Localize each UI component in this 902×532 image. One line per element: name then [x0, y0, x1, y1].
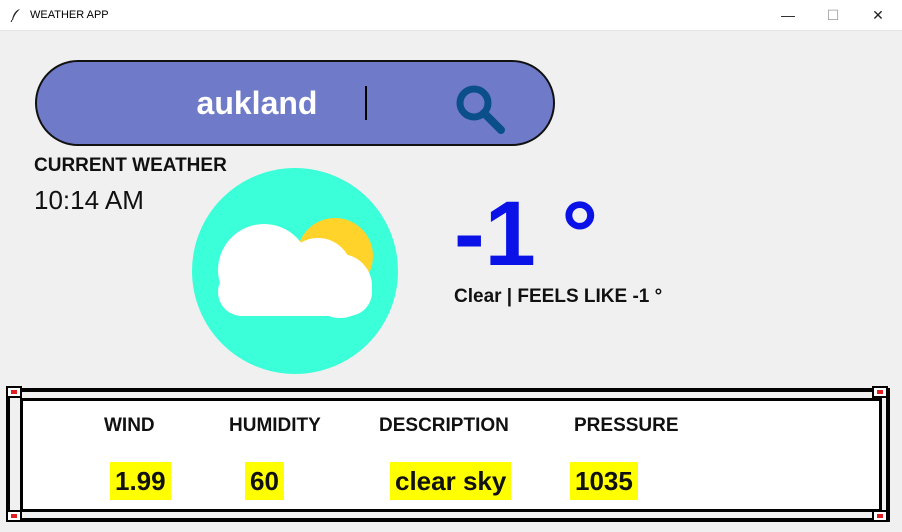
description-label: DESCRIPTION — [379, 415, 509, 436]
partly-cloudy-icon — [218, 218, 373, 318]
weather-summary: Clear | FEELS LIKE -1 ° — [454, 286, 663, 307]
wind-value: 1.99 — [110, 462, 171, 500]
minimize-icon: — — [781, 7, 795, 23]
minimize-button[interactable]: — — [765, 0, 811, 30]
frame-corner-top-right — [872, 386, 888, 398]
search-icon[interactable] — [453, 82, 507, 136]
frame-corner-bottom-right — [872, 510, 888, 522]
maximize-icon: ☐ — [826, 6, 840, 23]
close-button[interactable]: ✕ — [855, 0, 901, 30]
description-value: clear sky — [390, 462, 512, 500]
humidity-value: 60 — [245, 462, 284, 500]
close-icon: ✕ — [872, 6, 884, 23]
current-time: 10:14 AM — [34, 185, 144, 215]
search-bar — [35, 60, 555, 146]
pressure-label: PRESSURE — [574, 415, 679, 436]
maximize-button[interactable]: ☐ — [810, 0, 856, 30]
wind-label: WIND — [104, 415, 155, 436]
frame-corner-top-left — [6, 386, 22, 398]
search-input[interactable] — [137, 78, 377, 128]
text-caret — [365, 86, 367, 120]
temperature-value: -1 ° — [454, 183, 599, 285]
feather-icon — [10, 9, 20, 22]
window-title: WEATHER APP — [30, 9, 109, 21]
title-bar: WEATHER APP — ☐ ✕ — [0, 0, 902, 31]
frame-corner-bottom-left — [6, 510, 22, 522]
pressure-value: 1035 — [570, 462, 638, 500]
humidity-label: HUMIDITY — [229, 415, 321, 436]
